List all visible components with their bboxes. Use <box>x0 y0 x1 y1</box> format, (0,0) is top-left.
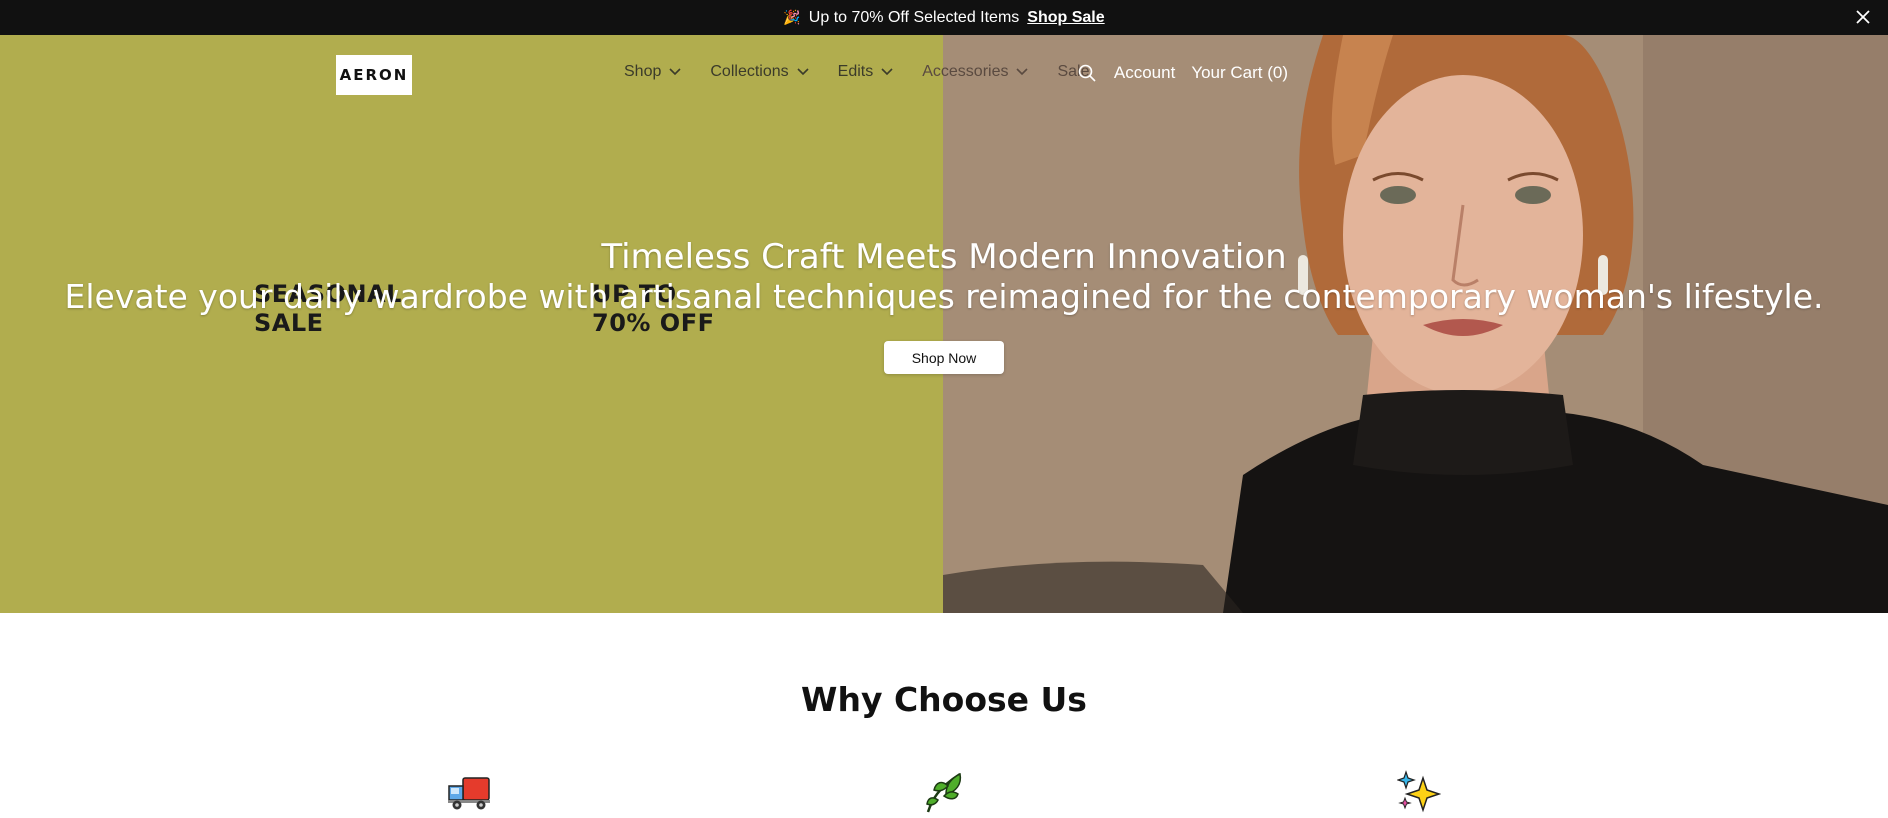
nav-item-label: Accessories <box>922 63 1009 80</box>
announcement-message: Up to 70% Off Selected Items <box>808 8 1020 26</box>
nav-menu: Shop Collections Edits Accessories Sale <box>624 63 1090 81</box>
chevron-down-icon <box>797 68 809 76</box>
party-popper-icon: 🎉 <box>783 9 801 25</box>
model-portrait-image <box>943 35 1888 613</box>
shop-sale-link[interactable]: Shop Sale <box>1027 9 1104 27</box>
why-choose-us-heading: Why Choose Us <box>801 680 1087 719</box>
search-icon[interactable] <box>1077 63 1097 83</box>
nav-item-edits[interactable]: Edits <box>838 63 894 81</box>
chevron-down-icon <box>881 68 893 76</box>
delivery-truck-icon <box>448 777 490 810</box>
main-navigation: AERON Shop Collections Edits Accessories… <box>0 35 1888 115</box>
chevron-down-icon <box>1016 68 1029 76</box>
close-icon[interactable] <box>1852 6 1874 28</box>
nav-item-label: Collections <box>710 63 789 80</box>
sparkles-icon <box>1397 770 1441 813</box>
nav-item-collections[interactable]: Collections <box>710 63 809 81</box>
nav-item-shop[interactable]: Shop <box>624 63 681 81</box>
leaf-icon <box>926 772 962 813</box>
hero-subheadline: Elevate your daily wardrobe with artisan… <box>64 277 1824 316</box>
hero-promo-panel: SEASONAL SALE UP TO 70% OFF <box>0 35 943 613</box>
nav-item-label: Edits <box>837 63 874 80</box>
hero-headline: Timeless Craft Meets Modern Innovation <box>601 237 1287 277</box>
brand-logo[interactable]: AERON <box>336 55 412 95</box>
account-nav: Account Your Cart (0) <box>1077 63 1288 83</box>
chevron-down-icon <box>669 68 681 76</box>
cart-link[interactable]: Your Cart (0) <box>1191 63 1288 83</box>
announcement-bar: 🎉 Up to 70% Off Selected Items Shop Sale <box>0 0 1888 35</box>
hero-banner: SEASONAL SALE UP TO 70% OFF <box>0 35 1888 613</box>
nav-item-label: Shop <box>624 63 662 80</box>
nav-item-accessories[interactable]: Accessories <box>922 63 1029 81</box>
shop-now-button[interactable]: Shop Now <box>884 341 1004 374</box>
account-link[interactable]: Account <box>1114 63 1175 83</box>
